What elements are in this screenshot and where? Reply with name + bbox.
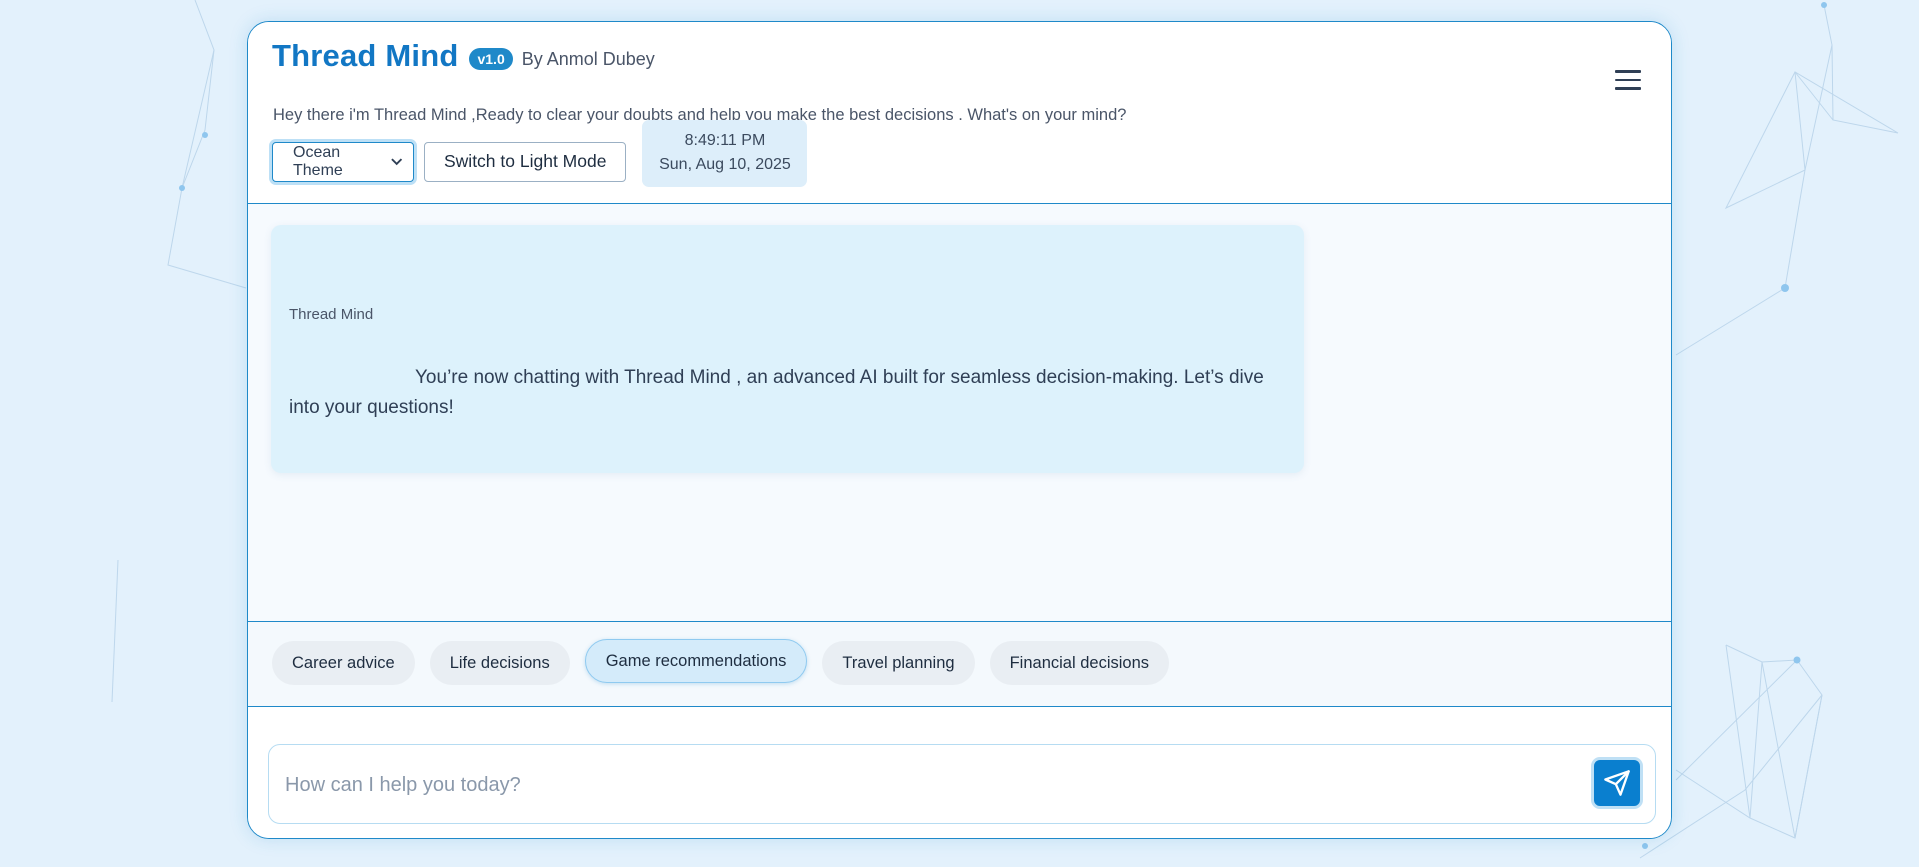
- message-text: You’re now chatting with Thread Mind , a…: [289, 367, 1264, 418]
- assistant-message-bubble: Thread Mind You’re now chatting with Thr…: [271, 225, 1304, 473]
- message-sender: Thread Mind: [289, 306, 374, 323]
- suggestion-chip-financial-decisions[interactable]: Financial decisions: [989, 641, 1169, 685]
- input-area: [248, 707, 1671, 838]
- clock-display: 8:49:11 PM Sun, Aug 10, 2025: [642, 120, 808, 187]
- send-paper-plane-icon: [1604, 770, 1630, 796]
- version-badge: v1.0: [469, 48, 513, 70]
- suggestion-chip-travel-planning[interactable]: Travel planning: [822, 641, 975, 685]
- app-title: Thread Mind: [272, 38, 459, 73]
- controls-row: Ocean Theme Switch to Light Mode 8:49:11…: [272, 120, 808, 187]
- message-input[interactable]: [283, 767, 1547, 803]
- title-row: Thread Mind v1.0 By Anmol Dubey: [272, 38, 655, 74]
- message-input-box: [268, 744, 1656, 824]
- light-mode-toggle-button[interactable]: Switch to Light Mode: [424, 141, 627, 182]
- hamburger-menu-icon[interactable]: [1615, 70, 1641, 90]
- suggestion-chip-row: Career advice Life decisions Game recomm…: [272, 639, 1184, 685]
- app-window: Thread Mind v1.0 By Anmol Dubey Hey ther…: [247, 21, 1672, 839]
- suggestion-chip-game-recommendations[interactable]: Game recommendations: [584, 639, 808, 683]
- send-button[interactable]: [1591, 757, 1643, 809]
- theme-select[interactable]: Ocean Theme: [272, 141, 414, 182]
- chevron-down-icon: [390, 157, 402, 165]
- theme-select-value: Ocean Theme: [293, 143, 343, 179]
- suggestion-chip-life-decisions[interactable]: Life decisions: [429, 641, 570, 685]
- suggestions-bar: Career advice Life decisions Game recomm…: [248, 621, 1671, 707]
- clock-time: 8:49:11 PM: [684, 132, 766, 149]
- author-label: By Anmol Dubey: [521, 48, 655, 69]
- header: Thread Mind v1.0 By Anmol Dubey Hey ther…: [248, 22, 1671, 204]
- suggestion-chip-career-advice[interactable]: Career advice: [272, 641, 415, 685]
- chat-area: Thread Mind You’re now chatting with Thr…: [248, 204, 1671, 621]
- clock-date: Sun, Aug 10, 2025: [659, 156, 791, 173]
